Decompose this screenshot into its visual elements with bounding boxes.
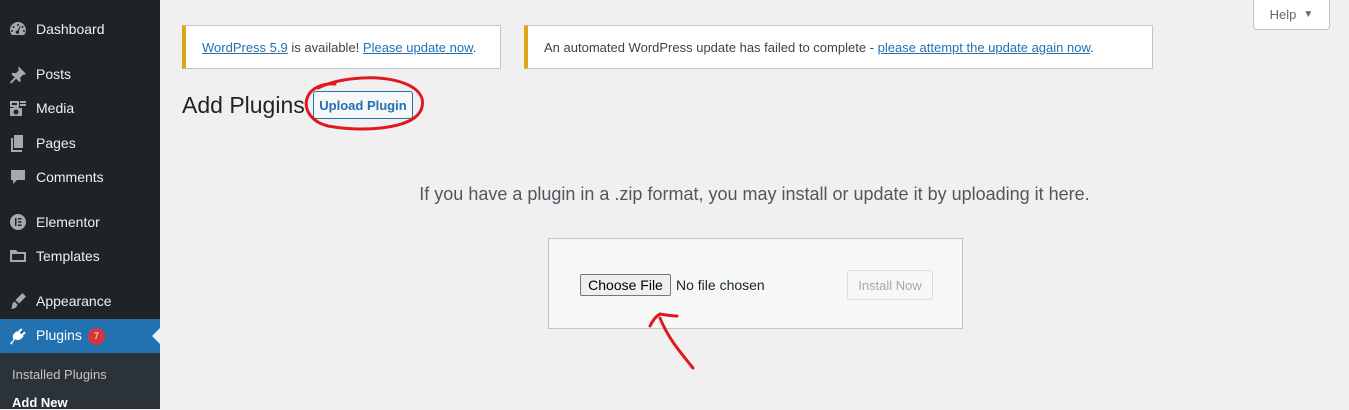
page-title: Add Plugins — [182, 92, 305, 118]
file-status-text: No file chosen — [676, 277, 765, 293]
sidebar-item-pages[interactable]: Pages — [0, 126, 160, 160]
sidebar-item-label: Media — [36, 100, 75, 116]
upload-plugin-button[interactable]: Upload Plugin — [313, 91, 413, 119]
upload-form: Choose File No file chosen Install Now — [548, 238, 963, 329]
sidebar-item-label: Comments — [36, 169, 104, 185]
plug-icon — [0, 319, 36, 353]
update-failed-notice: An automated WordPress update has failed… — [524, 25, 1153, 69]
pin-icon — [0, 57, 36, 91]
update-available-notice: WordPress 5.9 is available! Please updat… — [182, 25, 501, 69]
caret-down-icon: ▼ — [1303, 9, 1314, 20]
sidebar-item-label: Appearance — [36, 293, 112, 309]
sidebar-item-label: Dashboard — [36, 21, 105, 37]
sidebar-item-dashboard[interactable]: Dashboard — [0, 12, 160, 46]
sidebar-item-appearance[interactable]: Appearance — [0, 284, 160, 318]
update-count-badge: 7 — [87, 327, 105, 345]
admin-sidebar: Dashboard Posts Media Pages Comments Ele… — [0, 0, 160, 410]
help-tab-button[interactable]: Help ▼ — [1253, 0, 1330, 30]
sidebar-item-label: Posts — [36, 66, 72, 82]
comment-icon — [0, 160, 36, 194]
submenu-item-installed-plugins[interactable]: Installed Plugins — [12, 367, 107, 382]
brush-icon — [0, 284, 36, 318]
pages-icon — [0, 126, 36, 160]
help-label: Help — [1269, 7, 1297, 22]
dashboard-icon — [0, 12, 36, 46]
upload-instructions: If you have a plugin in a .zip format, y… — [419, 184, 1090, 204]
please-update-now-link[interactable]: Please update now — [363, 40, 473, 55]
sidebar-item-media[interactable]: Media — [0, 91, 160, 125]
attempt-update-again-link[interactable]: please attempt the update again now — [878, 40, 1091, 55]
sidebar-item-plugins[interactable]: Plugins 7 — [0, 319, 160, 353]
elementor-icon — [0, 205, 36, 239]
sidebar-item-comments[interactable]: Comments — [0, 160, 160, 194]
wordpress-version-link[interactable]: WordPress 5.9 — [202, 40, 288, 55]
notice-text: WordPress 5.9 is available! Please updat… — [202, 39, 477, 55]
choose-file-button[interactable]: Choose File — [580, 274, 671, 296]
notice-text: An automated WordPress update has failed… — [544, 39, 1094, 55]
sidebar-item-label: Templates — [36, 248, 100, 264]
sidebar-item-elementor[interactable]: Elementor — [0, 205, 160, 239]
sidebar-item-posts[interactable]: Posts — [0, 57, 160, 91]
sidebar-item-templates[interactable]: Templates — [0, 239, 160, 273]
install-now-button[interactable]: Install Now — [847, 270, 933, 300]
sidebar-item-label: Pages — [36, 135, 76, 151]
folder-icon — [0, 239, 36, 273]
sidebar-item-label: Plugins 7 — [36, 327, 160, 345]
media-icon — [0, 91, 36, 125]
sidebar-item-label: Elementor — [36, 214, 100, 230]
submenu-item-add-new[interactable]: Add New — [12, 395, 68, 410]
plugins-submenu: Installed Plugins Add New — [0, 353, 160, 410]
